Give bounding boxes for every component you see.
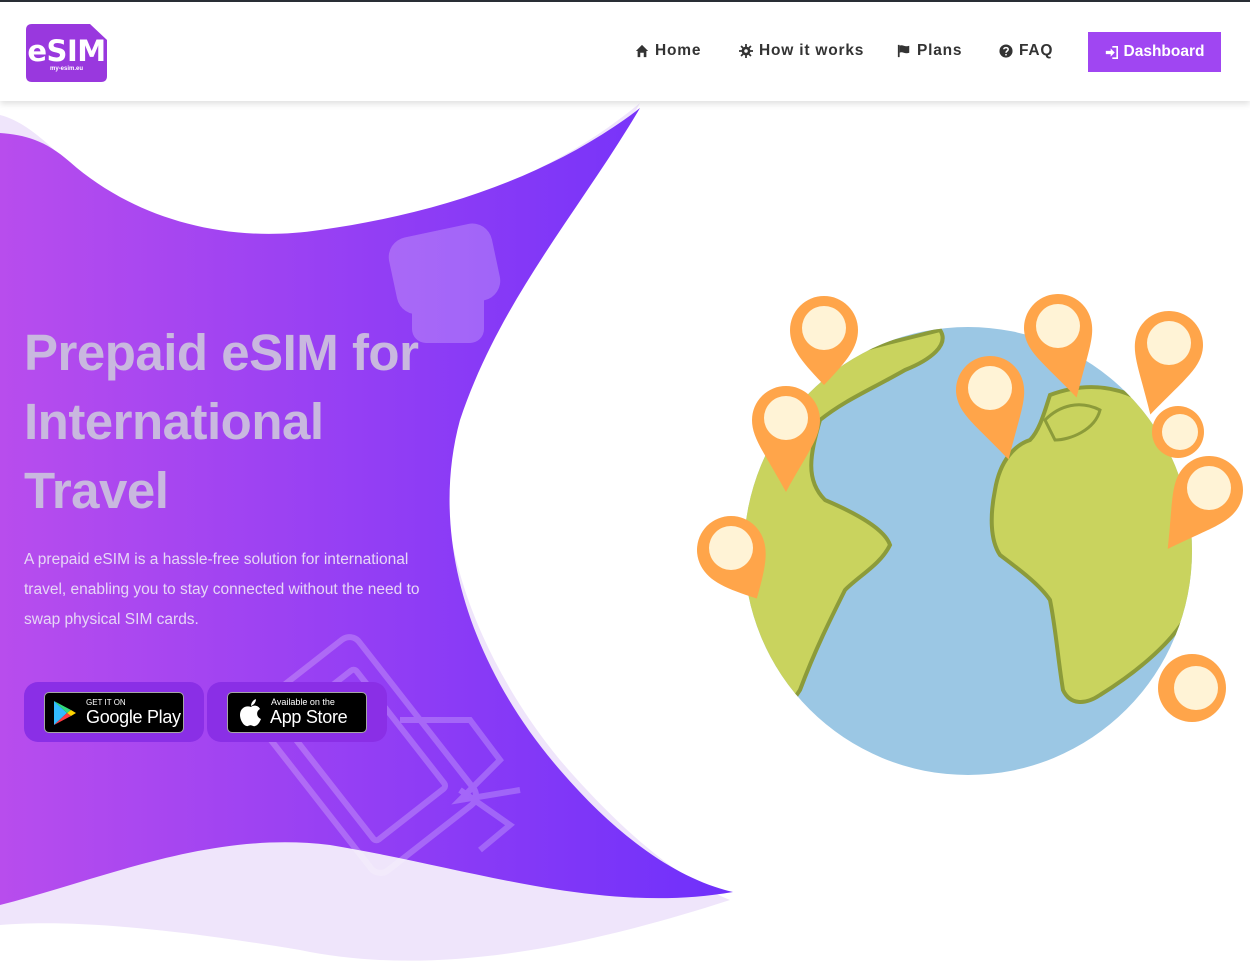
hero-title: Prepaid eSIM for International Travel (24, 318, 444, 525)
nav-home-label: Home (655, 42, 702, 59)
pin-7 (1152, 406, 1204, 458)
hero-description: A prepaid eSIM is a hassle-free solution… (24, 551, 420, 628)
nav-faq[interactable]: FAQ (999, 42, 1053, 60)
logo-domain: my-esim.eu (49, 66, 83, 72)
google-play-badge: GET IT ON Google Play (44, 692, 184, 733)
nav-how-it-works-label: How it works (759, 42, 865, 59)
app-store-button[interactable]: Available on the App Store (207, 682, 387, 742)
esim-logo[interactable]: eSIM my-esim.eu (26, 24, 107, 82)
dashboard-button[interactable]: Dashboard (1088, 32, 1221, 72)
sign-in-icon (1105, 45, 1118, 59)
question-circle-icon (999, 44, 1013, 58)
app-store-badge: Available on the App Store (227, 692, 367, 733)
hero-title-line-1: Prepaid eSIM for (24, 324, 419, 381)
flag-icon (897, 44, 910, 58)
home-icon (635, 44, 649, 58)
nav-plans-label: Plans (917, 42, 963, 59)
nav-plans[interactable]: Plans (897, 42, 962, 60)
nav-faq-label: FAQ (1019, 42, 1054, 59)
gear-icon (739, 44, 753, 58)
google-play-small-text: GET IT ON (86, 698, 126, 707)
pin-9 (1158, 654, 1226, 722)
nav-home[interactable]: Home (635, 42, 701, 60)
hero-title-line-3: Travel (24, 462, 169, 519)
google-play-button[interactable]: GET IT ON Google Play (24, 682, 204, 742)
google-play-icon (54, 701, 76, 725)
app-store-small-text: Available on the (271, 697, 335, 707)
google-play-big-text: Google Play (86, 707, 181, 727)
apple-icon (240, 699, 261, 727)
nav-how-it-works[interactable]: How it works (739, 42, 864, 60)
dashboard-label: Dashboard (1123, 43, 1205, 60)
site-header: eSIM my-esim.eu Home How it works Plans … (0, 2, 1250, 101)
hero-title-line-2: International (24, 393, 324, 450)
app-store-big-text: App Store (270, 707, 348, 727)
